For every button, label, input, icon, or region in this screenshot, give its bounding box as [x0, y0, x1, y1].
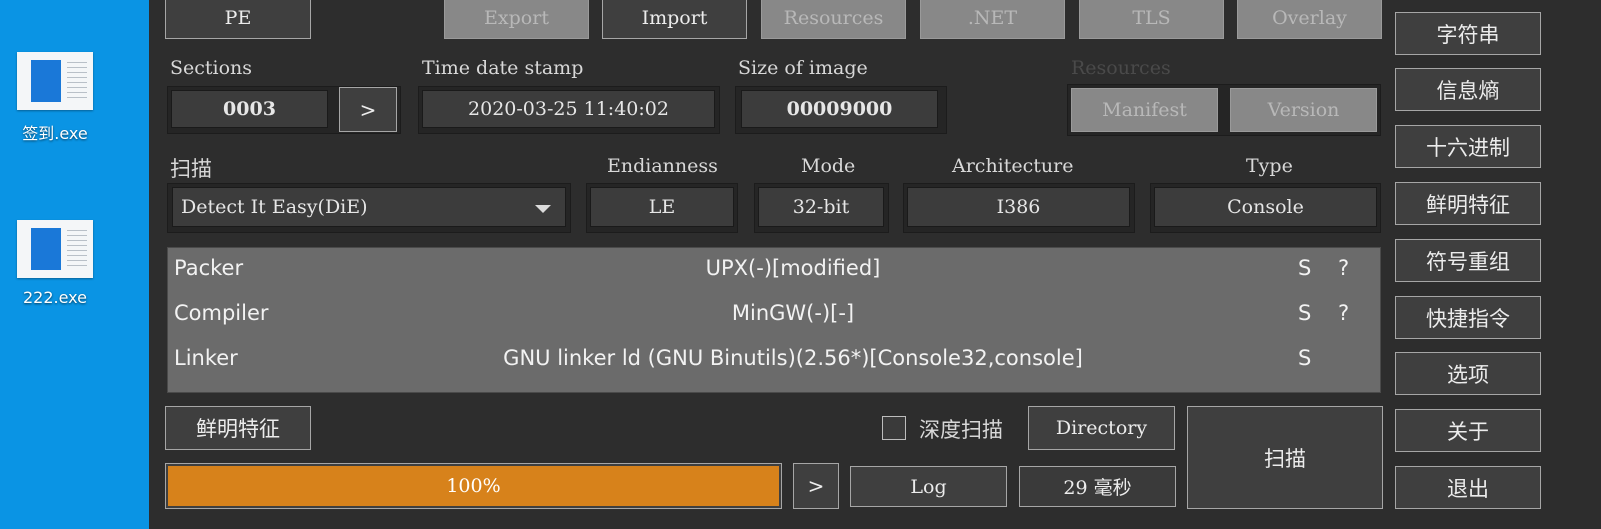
detection-results: Packer UPX(-)[modified] S ? Compiler Min…	[167, 247, 1381, 393]
endianness-label: Endianness	[607, 155, 718, 177]
desktop-icon-file-2[interactable]: 222.exe	[0, 220, 110, 307]
resources-label: Resources	[1071, 57, 1171, 79]
deep-scan-checkbox[interactable]	[882, 416, 906, 440]
scan-button[interactable]: 扫描	[1187, 406, 1383, 509]
result-signature-button[interactable]: S	[1298, 256, 1311, 280]
timestamp-label: Time date stamp	[422, 57, 584, 79]
elapsed-time: 29 毫秒	[1019, 466, 1176, 507]
result-info-button[interactable]: ?	[1338, 301, 1349, 325]
directory-button[interactable]: Directory	[1028, 406, 1175, 450]
tab-tls[interactable]: TLS	[1079, 0, 1224, 39]
sidebar-item-demangle[interactable]: 符号重组	[1395, 239, 1541, 282]
result-info-button[interactable]: ?	[1338, 256, 1349, 280]
exe-file-icon	[17, 52, 93, 110]
endianness-value: LE	[590, 187, 734, 227]
sections-label: Sections	[170, 57, 253, 79]
result-name: MinGW(-)[-]	[731, 301, 855, 325]
sidebar-item-signatures[interactable]: 鲜明特征	[1395, 182, 1541, 225]
tab-resources[interactable]: Resources	[761, 0, 906, 39]
signatures-button[interactable]: 鲜明特征	[165, 406, 311, 450]
result-kind: Linker	[174, 346, 238, 370]
tab-overlay[interactable]: Overlay	[1237, 0, 1382, 39]
desktop-icon-label: 签到.exe	[22, 124, 88, 143]
result-kind: Compiler	[174, 301, 269, 325]
result-row[interactable]: Compiler MinGW(-)[-] S ?	[168, 293, 1380, 337]
sidebar-item-shortcuts[interactable]: 快捷指令	[1395, 296, 1541, 339]
chevron-down-icon	[535, 205, 551, 213]
architecture-value: I386	[907, 187, 1130, 227]
result-name: GNU linker ld (GNU Binutils)(2.56*)[Cons…	[503, 346, 1083, 370]
size-of-image-label: Size of image	[738, 57, 868, 79]
mode-value: 32-bit	[758, 187, 884, 227]
result-signature-button[interactable]: S	[1298, 346, 1311, 370]
scan-engine-value: Detect It Easy(DiE)	[181, 196, 368, 218]
desktop-icon-file-1[interactable]: 签到.exe	[0, 52, 110, 144]
sidebar-item-exit[interactable]: 退出	[1395, 466, 1541, 509]
mode-label: Mode	[801, 155, 856, 177]
deep-scan-label: 深度扫描	[919, 418, 1003, 442]
sidebar-item-about[interactable]: 关于	[1395, 409, 1541, 452]
result-signature-button[interactable]: S	[1298, 301, 1311, 325]
scan-progress-bar: 100%	[165, 463, 782, 509]
timestamp-value: 2020-03-25 11:40:02	[422, 90, 715, 128]
sections-value: 0003	[171, 90, 328, 128]
version-button[interactable]: Version	[1230, 88, 1377, 132]
tab-dotnet[interactable]: .NET	[920, 0, 1065, 39]
scan-engine-select[interactable]: Detect It Easy(DiE)	[172, 187, 566, 227]
chevron-right-icon: >	[359, 97, 377, 122]
sidebar-item-strings[interactable]: 字符串	[1395, 12, 1541, 55]
type-value: Console	[1154, 187, 1377, 227]
progress-text: 100%	[446, 475, 501, 497]
sidebar-item-entropy[interactable]: 信息熵	[1395, 68, 1541, 111]
result-name: UPX(-)[modified]	[705, 256, 881, 280]
sidebar-item-options[interactable]: 选项	[1395, 352, 1541, 395]
size-of-image-value: 00009000	[741, 90, 938, 128]
type-label: Type	[1246, 155, 1293, 177]
sidebar-item-hex[interactable]: 十六进制	[1395, 125, 1541, 168]
result-row[interactable]: Packer UPX(-)[modified] S ?	[168, 248, 1380, 292]
log-button[interactable]: Log	[850, 466, 1007, 507]
die-main-window: PE Export Import Resources .NET TLS Over…	[149, 0, 1601, 529]
result-row[interactable]: Linker GNU linker ld (GNU Binutils)(2.56…	[168, 338, 1380, 382]
tab-export[interactable]: Export	[444, 0, 589, 39]
sections-open-button[interactable]: >	[339, 87, 397, 132]
manifest-button[interactable]: Manifest	[1071, 88, 1218, 132]
desktop-icon-label: 222.exe	[22, 288, 87, 307]
architecture-label: Architecture	[952, 155, 1074, 177]
pe-button[interactable]: PE	[165, 0, 311, 39]
exe-file-icon	[17, 220, 93, 278]
scan-label: 扫描	[170, 157, 212, 181]
chevron-right-icon: >	[807, 474, 825, 498]
result-kind: Packer	[174, 256, 244, 280]
tab-import[interactable]: Import	[602, 0, 747, 39]
progress-details-button[interactable]: >	[793, 463, 839, 509]
